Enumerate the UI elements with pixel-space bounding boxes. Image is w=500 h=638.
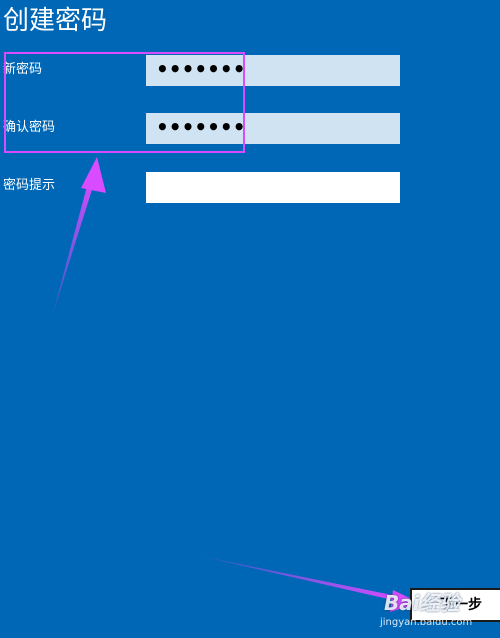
create-password-screen: 创建密码 新密码 ••••••• 确认密码 ••••••• 密码提示 下一步 B… bbox=[0, 0, 500, 638]
baidu-watermark-logo: Bai经验 bbox=[384, 591, 460, 615]
annotation-arrow-up bbox=[52, 157, 106, 317]
annotation-arrows bbox=[52, 157, 420, 612]
baidu-watermark-url: jingyan.baidu.com bbox=[380, 617, 473, 628]
